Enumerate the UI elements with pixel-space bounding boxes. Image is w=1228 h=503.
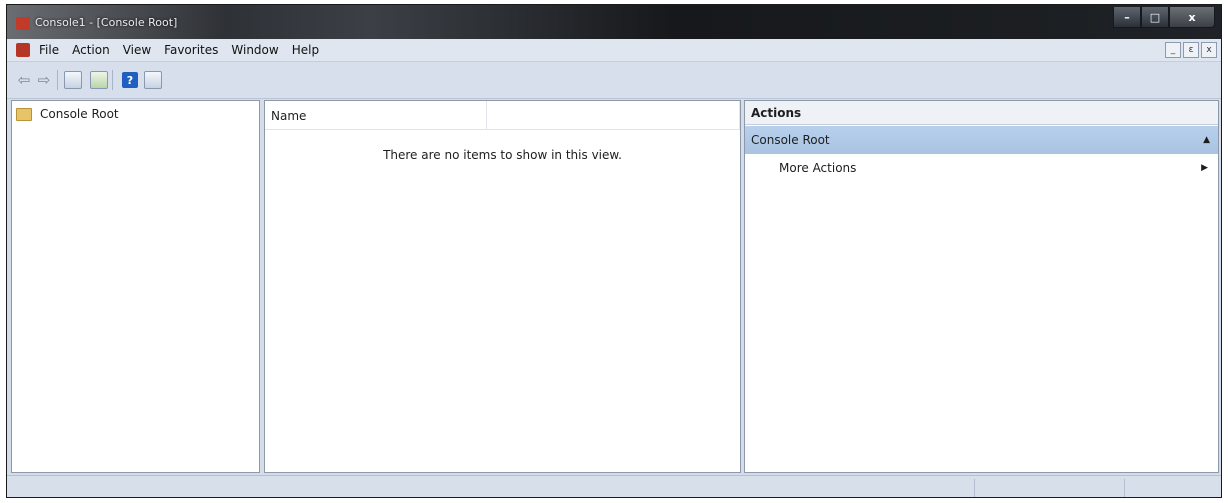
mmc-window: Console1 - [Console Root] – □ x File Act… xyxy=(6,4,1222,498)
action-pane-icon xyxy=(144,71,162,89)
actions-section-label: Console Root xyxy=(751,133,830,147)
menu-file[interactable]: File xyxy=(39,43,59,57)
caption-buttons: – □ x xyxy=(1113,7,1215,29)
child-window-buttons: _ ε x xyxy=(1165,42,1217,58)
title-bar[interactable]: Console1 - [Console Root] – □ x xyxy=(7,5,1221,39)
window-title: Console1 - [Console Root] xyxy=(35,16,178,29)
minimize-button[interactable]: – xyxy=(1113,7,1141,28)
column-header-name[interactable]: Name xyxy=(265,101,487,129)
forward-arrow-icon[interactable]: ⇨ xyxy=(35,71,53,89)
toolbar: ⇦ ⇨ ? xyxy=(7,62,1221,99)
menu-favorites[interactable]: Favorites xyxy=(164,43,218,57)
console-tree-icon xyxy=(64,71,82,89)
show-hide-console-tree-button[interactable] xyxy=(64,71,82,89)
toolbar-separator xyxy=(57,70,58,90)
mmc-app-icon[interactable] xyxy=(16,17,30,30)
actions-section-console-root[interactable]: Console Root ▲ xyxy=(745,126,1218,154)
collapse-triangle-icon[interactable]: ▲ xyxy=(1203,126,1210,154)
submenu-arrow-icon[interactable]: ▶ xyxy=(1201,158,1208,178)
child-close-button[interactable]: x xyxy=(1201,42,1217,58)
child-restore-button[interactable]: ε xyxy=(1183,42,1199,58)
folder-icon xyxy=(16,107,32,121)
menu-action[interactable]: Action xyxy=(72,43,110,57)
menu-window[interactable]: Window xyxy=(231,43,278,57)
close-button[interactable]: x xyxy=(1169,7,1215,28)
status-bar xyxy=(7,475,1221,497)
actions-header: Actions xyxy=(745,101,1218,125)
status-bar-divider xyxy=(1124,479,1125,497)
menu-help[interactable]: Help xyxy=(292,43,319,57)
menu-view[interactable]: View xyxy=(123,43,151,57)
status-bar-divider xyxy=(974,479,975,497)
help-button[interactable]: ? xyxy=(122,71,138,89)
results-pane: Name There are no items to show in this … xyxy=(264,100,741,473)
empty-list-message: There are no items to show in this view. xyxy=(383,148,622,162)
column-header-empty[interactable] xyxy=(488,101,740,129)
export-list-button[interactable] xyxy=(90,71,108,89)
menu-bar: File Action View Favorites Window Help _… xyxy=(7,39,1221,62)
tree-node-console-root[interactable]: Console Root xyxy=(16,105,119,123)
menu-items: File Action View Favorites Window Help xyxy=(39,43,332,57)
tree-node-label: Console Root xyxy=(40,107,119,121)
back-arrow-icon[interactable]: ⇦ xyxy=(15,71,33,89)
console-tree-pane: Console Root xyxy=(11,100,260,473)
export-list-icon xyxy=(90,71,108,89)
more-actions-item[interactable]: More Actions xyxy=(779,158,856,178)
actions-pane: Actions Console Root ▲ More Actions ▶ xyxy=(744,100,1219,473)
console-icon[interactable] xyxy=(16,43,30,57)
show-hide-action-pane-button[interactable] xyxy=(144,71,162,89)
list-column-header: Name xyxy=(265,101,740,130)
maximize-button[interactable]: □ xyxy=(1141,7,1169,28)
help-icon: ? xyxy=(122,72,138,88)
toolbar-separator xyxy=(112,70,113,90)
child-minimize-button[interactable]: _ xyxy=(1165,42,1181,58)
